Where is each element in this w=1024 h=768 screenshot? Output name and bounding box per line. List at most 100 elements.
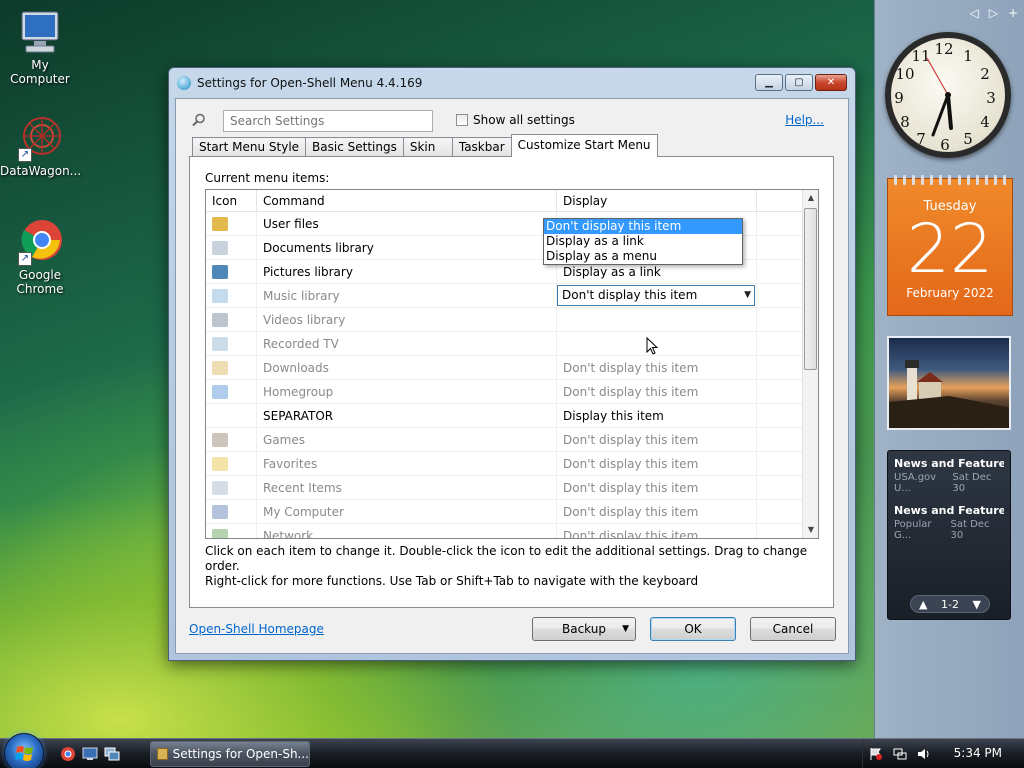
row-icon-cell[interactable] xyxy=(206,403,257,428)
mouse-cursor-icon xyxy=(646,337,658,355)
tab-skin[interactable]: Skin xyxy=(402,137,453,157)
table-row[interactable]: Recorded TV xyxy=(206,331,802,356)
table-row[interactable]: Network Don't display this item xyxy=(206,523,802,538)
combo-value: Don't display this item xyxy=(562,287,698,302)
news-next-icon[interactable]: ▼ xyxy=(973,598,981,611)
row-icon-cell[interactable] xyxy=(206,523,257,538)
row-display[interactable]: Don't display this item xyxy=(557,379,757,404)
slideshow-gadget[interactable] xyxy=(887,336,1011,430)
news-item[interactable]: News and Features f... USA.gov U... Sat D… xyxy=(888,451,1010,494)
row-display[interactable]: Don't display this item xyxy=(557,427,757,452)
checkbox-box[interactable] xyxy=(456,114,468,126)
taskbar-clock[interactable]: 5:34 PM xyxy=(954,746,1002,760)
desktop-icon-google-chrome[interactable]: ↗ Google Chrome xyxy=(0,218,80,296)
sidebar-next-icon[interactable]: ▷ xyxy=(989,6,998,20)
volume-icon[interactable] xyxy=(917,747,931,761)
row-icon-cell[interactable] xyxy=(206,331,257,356)
scroll-thumb[interactable] xyxy=(804,208,817,370)
instructions-line-2: Right-click for more functions. Use Tab … xyxy=(205,574,699,588)
row-icon-cell[interactable] xyxy=(206,259,257,284)
close-button[interactable]: ✕ xyxy=(815,74,847,91)
cancel-button[interactable]: Cancel xyxy=(750,617,836,641)
row-icon-cell[interactable] xyxy=(206,307,257,332)
display-combo-box[interactable]: Don't display this item ▼ xyxy=(557,284,755,306)
row-display[interactable]: Don't display this item xyxy=(557,475,757,500)
news-date: Sat Dec 30 xyxy=(952,472,992,494)
search-input[interactable] xyxy=(223,110,433,132)
row-display[interactable] xyxy=(557,307,757,332)
tab-taskbar[interactable]: Taskbar xyxy=(451,137,512,157)
table-row[interactable]: My Computer Don't display this item xyxy=(206,499,802,524)
sidebar-prev-icon[interactable]: ◁ xyxy=(969,6,978,20)
dropdown-option-dont-display[interactable]: Don't display this item xyxy=(544,219,742,234)
row-command: SEPARATOR xyxy=(257,403,557,428)
table-row[interactable]: Downloads Don't display this item xyxy=(206,355,802,380)
window-title: Settings for Open-Shell Menu 4.4.169 xyxy=(197,76,423,90)
ok-button[interactable]: OK xyxy=(650,617,736,641)
table-row[interactable]: Games Don't display this item xyxy=(206,427,802,452)
calendar-day: 22 xyxy=(906,210,994,289)
tab-start-menu-style[interactable]: Start Menu Style xyxy=(192,137,307,157)
column-header-display[interactable]: Display xyxy=(557,190,757,211)
table-row[interactable]: Recent Items Don't display this item xyxy=(206,475,802,500)
row-display[interactable]: Don't display this item xyxy=(557,355,757,380)
row-icon-cell[interactable] xyxy=(206,379,257,404)
row-display[interactable]: Don't display this item xyxy=(557,523,757,538)
table-row[interactable]: Favorites Don't display this item xyxy=(206,451,802,476)
row-icon-cell[interactable] xyxy=(206,427,257,452)
open-shell-homepage-link[interactable]: Open-Shell Homepage xyxy=(189,622,324,636)
sidebar-add-icon[interactable]: + xyxy=(1008,6,1018,20)
news-gadget[interactable]: News and Features f... USA.gov U... Sat D… xyxy=(887,450,1011,620)
list-scrollbar[interactable]: ▲ ▼ xyxy=(802,190,818,538)
shortcut-arrow-icon: ↗ xyxy=(18,148,32,162)
backup-button[interactable]: Backup ▼ xyxy=(532,617,636,641)
row-icon-cell[interactable] xyxy=(206,235,257,260)
window-titlebar[interactable]: Settings for Open-Shell Menu 4.4.169 ▁ ▢… xyxy=(169,68,855,98)
tab-customize-start-menu[interactable]: Customize Start Menu xyxy=(510,134,658,157)
row-icon-cell[interactable] xyxy=(206,475,257,500)
dropdown-option-display-as-menu[interactable]: Display as a menu xyxy=(544,249,742,264)
row-display[interactable]: Display this item xyxy=(557,403,757,428)
table-row[interactable]: Music library Don't display this item ▼ xyxy=(206,283,802,308)
news-item[interactable]: News and Features f... Popular G... Sat D… xyxy=(888,494,1010,541)
show-desktop-icon[interactable] xyxy=(82,746,98,762)
news-prev-icon[interactable]: ▲ xyxy=(919,598,927,611)
help-link[interactable]: Help... xyxy=(785,113,824,127)
taskbar-button-settings[interactable]: Settings for Open-Sh... xyxy=(150,741,310,767)
table-row[interactable]: Videos library xyxy=(206,307,802,332)
row-icon-cell[interactable] xyxy=(206,451,257,476)
desktop-icon-datawagon[interactable]: ↗ DataWagon... xyxy=(0,114,81,178)
column-header-icon[interactable]: Icon xyxy=(206,190,257,211)
row-command: User files xyxy=(257,211,557,236)
minimize-button[interactable]: ▁ xyxy=(755,74,783,91)
row-icon-cell[interactable] xyxy=(206,283,257,308)
table-row[interactable]: SEPARATOR Display this item xyxy=(206,403,802,428)
row-display-combo-cell[interactable]: Don't display this item ▼ xyxy=(557,283,757,308)
table-row[interactable]: Homegroup Don't display this item xyxy=(206,379,802,404)
start-button[interactable] xyxy=(4,733,44,768)
row-command: Homegroup xyxy=(257,379,557,404)
desktop-icon-my-computer[interactable]: My Computer xyxy=(0,8,80,86)
row-icon-cell[interactable] xyxy=(206,499,257,524)
row-icon-cell[interactable] xyxy=(206,355,257,380)
network-icon[interactable] xyxy=(893,747,907,761)
tab-basic-settings[interactable]: Basic Settings xyxy=(305,137,404,157)
column-header-command[interactable]: Command xyxy=(257,190,557,211)
switch-windows-icon[interactable] xyxy=(104,746,120,762)
clock-hands xyxy=(926,57,953,137)
row-display[interactable]: Don't display this item xyxy=(557,451,757,476)
calendar-gadget[interactable]: Tuesday 22 February 2022 xyxy=(887,175,1013,316)
scroll-down-icon[interactable]: ▼ xyxy=(803,522,818,538)
maximize-button[interactable]: ▢ xyxy=(785,74,813,91)
row-icon-cell[interactable] xyxy=(206,211,257,236)
clock-gadget[interactable]: 12 1 2 3 4 5 6 7 8 9 10 11 xyxy=(885,32,1011,158)
scroll-up-icon[interactable]: ▲ xyxy=(803,190,818,206)
dropdown-option-display-as-link[interactable]: Display as a link xyxy=(544,234,742,249)
action-center-flag-icon[interactable] xyxy=(869,747,883,761)
combo-arrow-icon[interactable]: ▼ xyxy=(744,286,751,305)
show-all-settings-checkbox[interactable]: Show all settings xyxy=(456,113,575,127)
chrome-quicklaunch-icon[interactable] xyxy=(60,746,76,762)
row-command: Downloads xyxy=(257,355,557,380)
display-dropdown-list[interactable]: Don't display this item Display as a lin… xyxy=(543,218,743,265)
row-display[interactable]: Don't display this item xyxy=(557,499,757,524)
